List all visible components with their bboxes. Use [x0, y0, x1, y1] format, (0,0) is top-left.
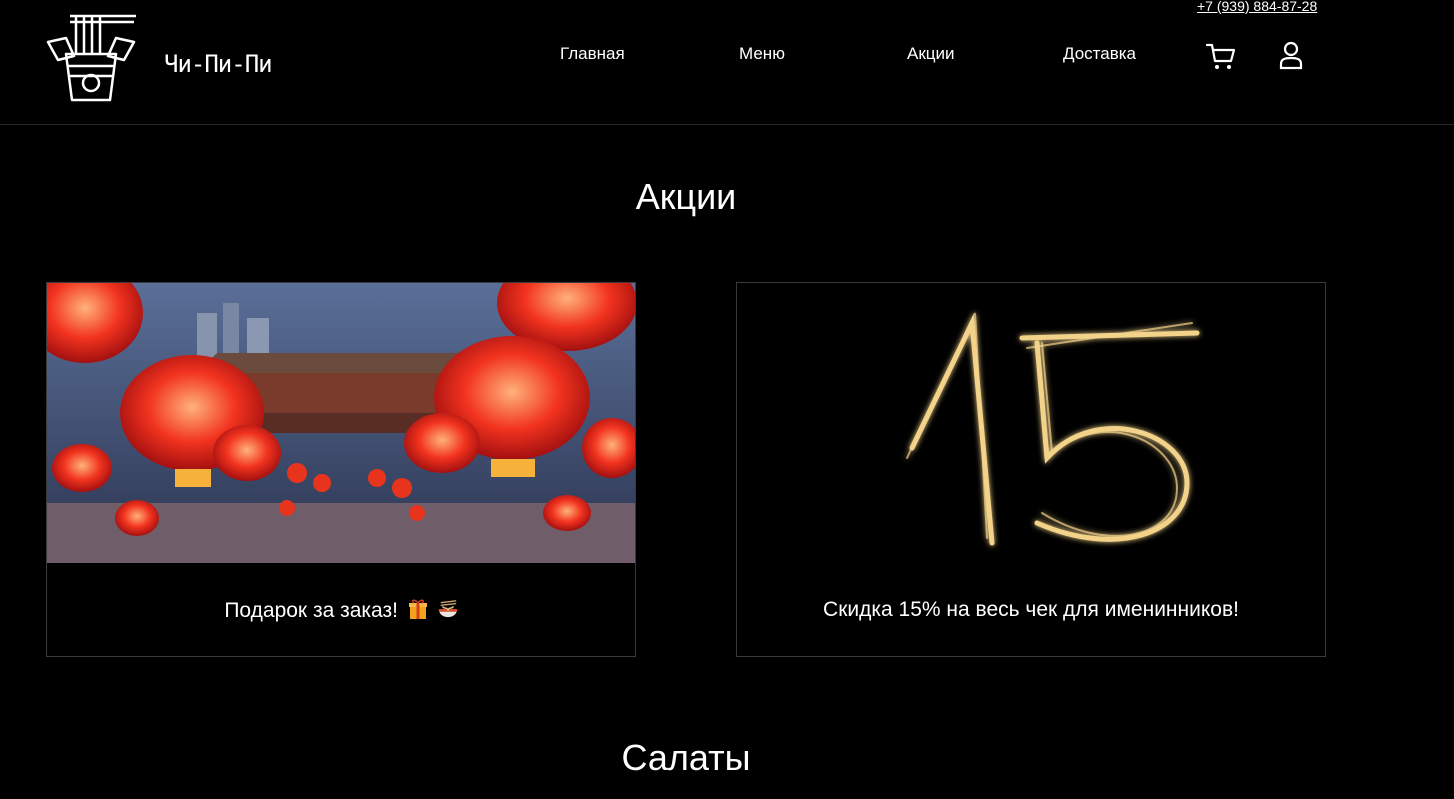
lanterns-image: [47, 283, 635, 563]
gift-icon: [408, 599, 427, 619]
promo-card-birthday[interactable]: Скидка 15% на весь чек для именинников!: [736, 282, 1326, 657]
phone-link[interactable]: +7 (939) 884-87-28: [1197, 0, 1317, 14]
nav-promotions[interactable]: Акции: [907, 44, 955, 64]
promo-card-gift[interactable]: Подарок за заказ!: [46, 282, 636, 657]
nav-delivery[interactable]: Доставка: [1063, 44, 1136, 64]
noodle-box-logo-icon[interactable]: [44, 8, 138, 104]
salads-title: Салаты: [621, 737, 751, 778]
cart-icon[interactable]: [1205, 40, 1237, 72]
promotions-title: Акции: [635, 176, 737, 217]
promo-card-birthday-text: Скидка 15% на весь чек для именинников!: [823, 598, 1239, 621]
promo-card-gift-label: Подарок за заказ!: [224, 599, 398, 622]
nav-menu[interactable]: Меню: [739, 44, 785, 64]
noodle-bowl-icon: [438, 600, 457, 618]
promo-card-gift-text: Подарок за заказ!: [47, 598, 635, 623]
site-header: +7 (939) 884-87-28 Чи-Пи-Пи Главная Меню…: [0, 0, 1454, 125]
sparkler-15-image: [737, 283, 1325, 563]
nav-home[interactable]: Главная: [560, 44, 625, 64]
user-icon[interactable]: [1277, 40, 1305, 70]
brand-name[interactable]: Чи-Пи-Пи: [164, 50, 273, 78]
